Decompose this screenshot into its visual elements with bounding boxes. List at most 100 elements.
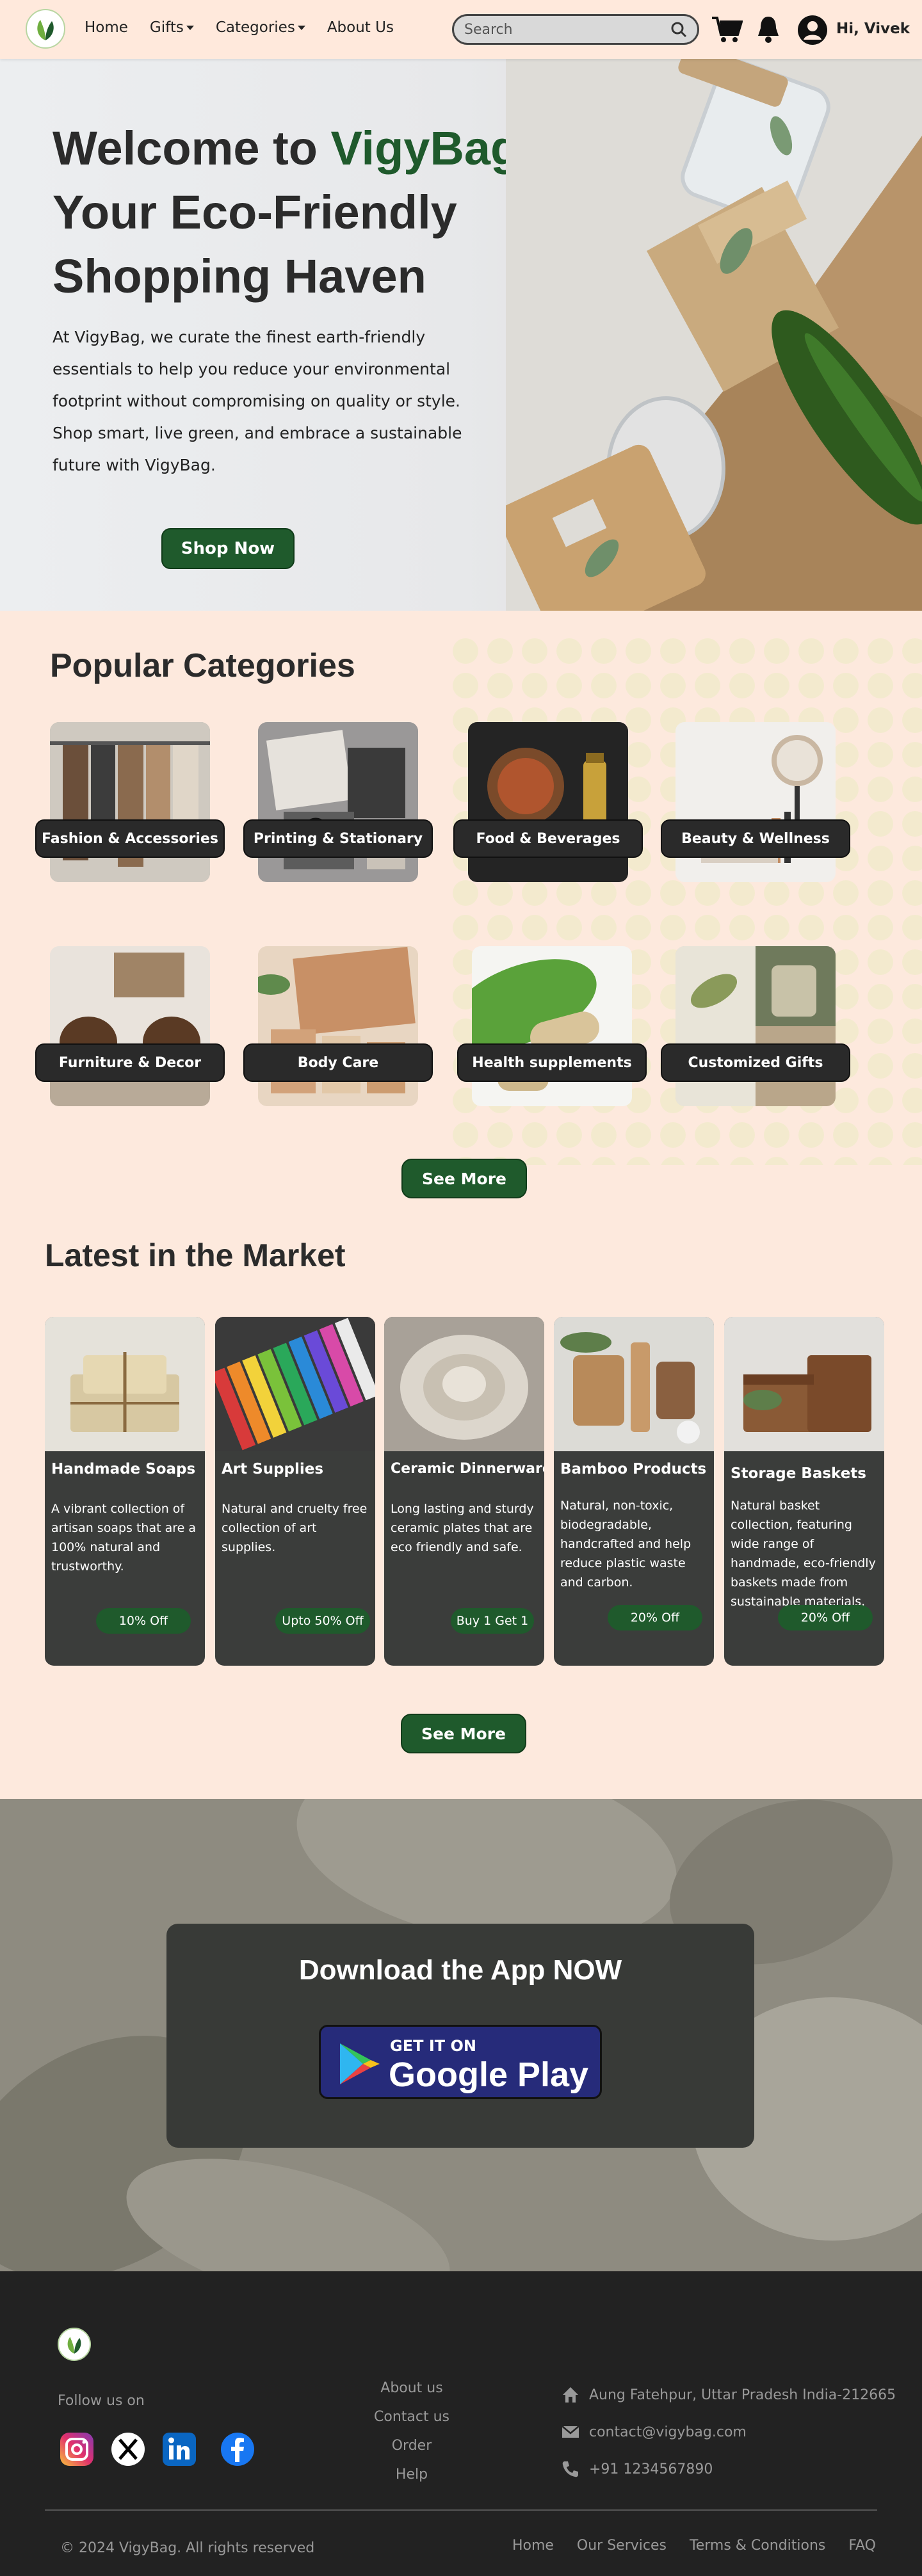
footer-link-contact[interactable]: Contact us [333,2403,490,2431]
category-label[interactable]: Printing & Stationary [243,819,433,858]
category-label[interactable]: Beauty & Wellness [661,819,850,858]
product-image [724,1317,884,1451]
product-image [45,1317,205,1451]
category-label[interactable]: Furniture & Decor [35,1043,225,1082]
footer-bottom-terms[interactable]: Terms & Conditions [690,2538,825,2554]
category-image [258,946,418,1106]
category-label[interactable]: Customized Gifts [661,1043,850,1082]
footer-link-about[interactable]: About us [333,2374,490,2403]
categories-title: Popular Categories [50,647,355,684]
chevron-down-icon [186,26,194,30]
product-card-soaps[interactable]: Handmade Soaps A vibrant collection of a… [45,1317,205,1666]
product-description: A vibrant collection of artisan soaps th… [51,1502,197,1574]
category-image [468,722,628,882]
latest-title: Latest in the Market [45,1237,346,1273]
product-card-baskets[interactable]: Storage Baskets Natural basket collectio… [724,1317,884,1666]
category-label[interactable]: Body Care [243,1043,433,1082]
search-icon[interactable] [670,21,687,38]
nav-gifts[interactable]: Gifts [150,19,194,36]
footer-divider [45,2509,877,2511]
footer-bottom-faq[interactable]: FAQ [848,2538,876,2554]
cart-icon[interactable] [711,15,743,44]
category-image [50,722,210,882]
product-name: Storage Baskets [731,1465,866,1482]
category-card-gifts[interactable] [675,946,836,1106]
category-card-food[interactable] [468,722,628,882]
category-image [675,722,836,882]
product-image [554,1317,714,1451]
offer-badge[interactable]: Upto 50% Off [275,1608,370,1634]
product-name: Handmade Soaps [51,1461,196,1477]
email-text[interactable]: contact@vigybag.com [589,2424,747,2440]
shop-now-button[interactable]: Shop Now [161,528,295,569]
footer-link-help[interactable]: Help [333,2460,490,2489]
category-label[interactable]: Health supplements [457,1043,647,1082]
phone-row: +91 1234567890 [561,2451,896,2488]
offer-badge[interactable]: 20% Off [608,1605,702,1630]
product-image [215,1317,375,1451]
latest-see-more-button[interactable]: See More [401,1714,526,1753]
x-twitter-icon[interactable] [110,2431,146,2467]
product-card-ceramic[interactable]: Ceramic Dinnerware Long lasting and stur… [384,1317,544,1666]
category-card-fashion[interactable] [50,722,210,882]
bell-icon[interactable] [756,14,781,44]
footer-bottom-links: Home Our Services Terms & Conditions FAQ [512,2538,876,2554]
copyright-text: © 2024 VigyBag. All rights reserved [60,2540,315,2556]
phone-text[interactable]: +91 1234567890 [589,2461,713,2477]
category-card-beauty[interactable] [675,722,836,882]
app-download-section: Download the App NOW GET IT ON Google Pl… [0,1799,922,2271]
product-description: Natural basket collection, featuring wid… [731,1499,876,1609]
hero-title-line3: Shopping Haven [53,250,426,303]
categories-see-more-button[interactable]: See More [401,1159,527,1198]
nav-home[interactable]: Home [85,19,128,36]
hero-title-line2: Your Eco-Friendly [53,186,457,239]
phone-icon [562,2461,578,2477]
category-image [472,946,632,1106]
mail-icon [562,2426,579,2438]
instagram-icon[interactable] [59,2431,95,2467]
footer-bottom-services[interactable]: Our Services [577,2538,667,2554]
category-image [258,722,418,882]
facebook-icon[interactable] [220,2431,255,2467]
category-label[interactable]: Food & Beverages [453,819,643,858]
footer-bottom-home[interactable]: Home [512,2538,554,2554]
logo-icon[interactable] [26,9,65,49]
category-card-stationary[interactable] [258,722,418,882]
google-play-button[interactable]: GET IT ON Google Play [319,2025,602,2099]
category-image [675,946,836,1106]
offer-badge[interactable]: Buy 1 Get 1 [451,1608,534,1634]
linkedin-icon[interactable] [161,2431,197,2467]
search-input[interactable] [464,21,670,38]
product-description: Long lasting and sturdy ceramic plates t… [391,1502,534,1554]
app-download-box: Download the App NOW GET IT ON Google Pl… [166,1924,754,2148]
hero-description: At VigyBag, we curate the finest earth-f… [53,328,462,474]
chevron-down-icon [297,26,305,30]
app-download-title: Download the App NOW [298,1954,622,1986]
category-card-bodycare[interactable] [258,946,418,1106]
hero-section: Welcome to VigyBag! Your Eco-Friendly Sh… [0,59,922,611]
category-card-furniture[interactable] [50,946,210,1106]
offer-badge[interactable]: 20% Off [778,1605,873,1630]
category-label[interactable]: Fashion & Accessories [35,819,225,858]
footer-link-order[interactable]: Order [333,2431,490,2460]
user-avatar-icon[interactable] [797,14,829,46]
footer-logo-icon[interactable] [58,2328,91,2361]
navbar: Home Gifts Categories About Us Hi, Vivek [0,0,922,59]
footer: Follow us on About us Contact us Order H… [0,2271,922,2576]
hero-brand: VigyBag [330,122,520,175]
product-name: Ceramic Dinnerware [391,1461,544,1477]
footer-contact: Aung Fatehpur, Uttar Pradesh India-21266… [561,2376,896,2488]
nav-categories[interactable]: Categories [216,19,305,36]
hero-title-text: Welcome to [53,122,331,175]
google-play-icon [340,2043,380,2084]
nav-about[interactable]: About Us [327,19,394,36]
category-image [50,946,210,1106]
hero-image [506,59,922,611]
offer-badge[interactable]: 10% Off [96,1608,191,1634]
user-greeting[interactable]: Hi, Vivek [836,20,910,37]
product-card-bamboo[interactable]: Bamboo Products Natural, non-toxic, biod… [554,1317,714,1666]
search-bar [452,14,699,45]
nav-gifts-label: Gifts [149,19,184,36]
category-card-health[interactable] [472,946,632,1106]
product-card-art[interactable]: Art Supplies Natural and cruelty free co… [215,1317,375,1666]
